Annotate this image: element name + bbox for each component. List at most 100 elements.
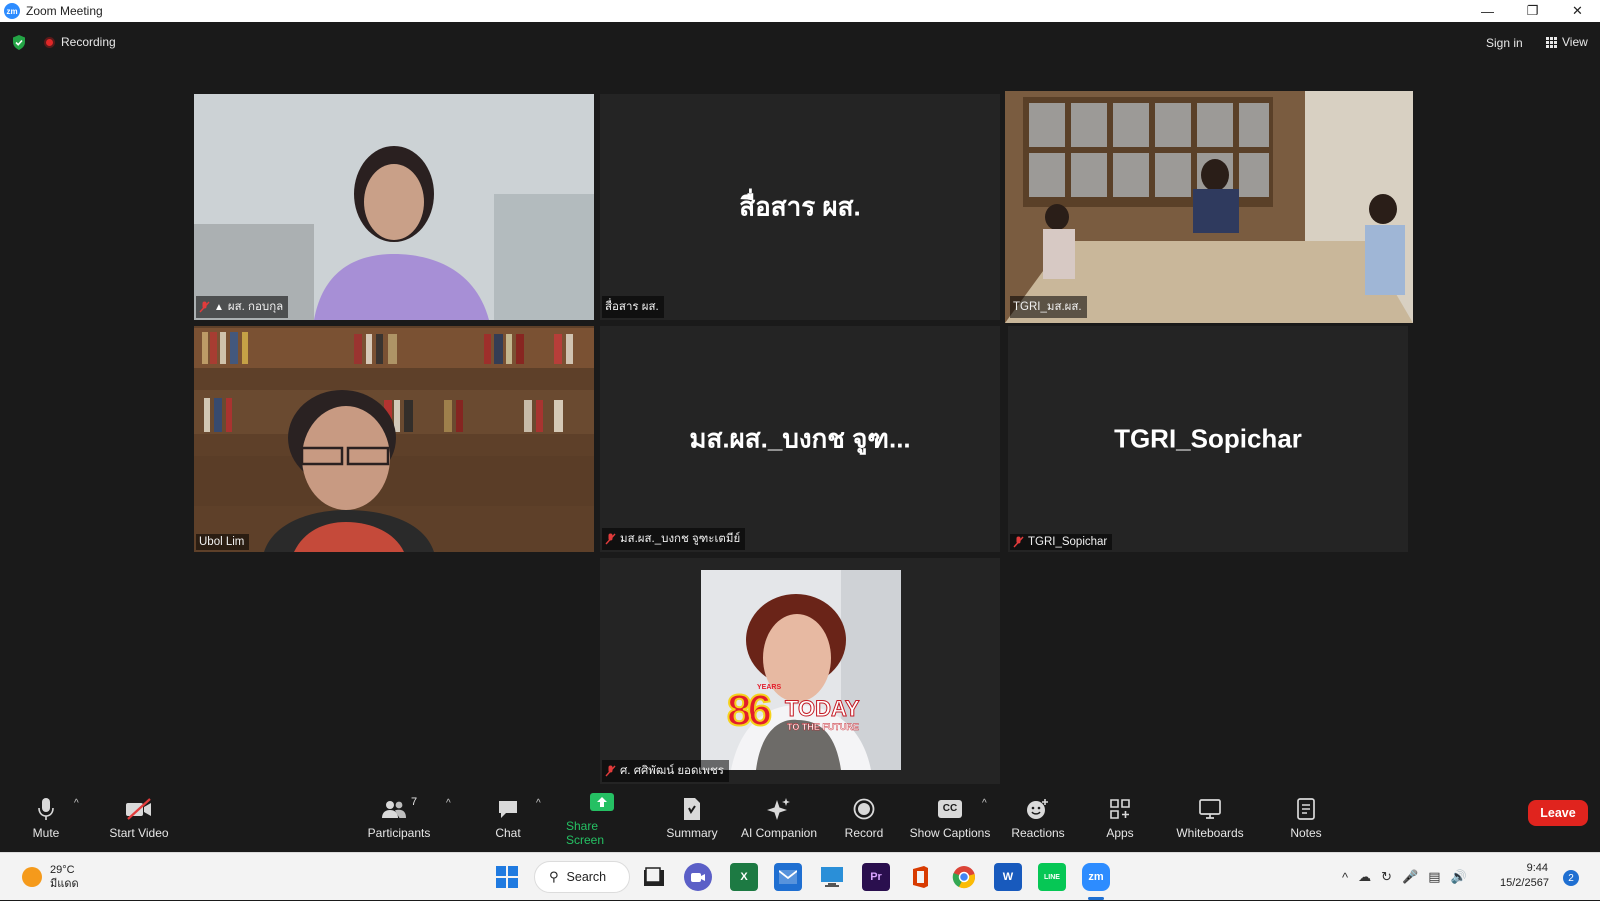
audio-options-caret[interactable]: ^ xyxy=(74,798,79,809)
summary-button[interactable]: Summary xyxy=(660,784,724,852)
participant-video xyxy=(1005,91,1413,323)
participants-options-caret[interactable]: ^ xyxy=(446,798,451,809)
taskbar-search[interactable]: ⚲ Search xyxy=(534,861,630,893)
line-icon[interactable]: LINE xyxy=(1038,863,1066,891)
captions-options-caret[interactable]: ^ xyxy=(982,798,987,809)
volume-icon[interactable]: 🔊 xyxy=(1451,869,1467,885)
record-button[interactable]: Record xyxy=(840,784,888,852)
record-icon xyxy=(853,796,875,822)
premiere-icon[interactable]: Pr xyxy=(862,863,890,891)
participant-video xyxy=(194,326,594,552)
cloud-sync-icon[interactable]: ☁ xyxy=(1358,869,1371,885)
mic-muted-icon xyxy=(605,765,616,777)
windows-taskbar: 29°C มีแดด ⚲ Search X Pr W LINE zm ^ ☁ ↻… xyxy=(0,852,1600,900)
recording-indicator[interactable]: Recording xyxy=(44,35,116,49)
start-video-button[interactable]: Start Video xyxy=(104,784,174,852)
participant-name-label: Ubol Lim xyxy=(196,534,250,550)
encryption-shield-icon[interactable] xyxy=(12,35,26,50)
participants-button[interactable]: 7 Participants xyxy=(364,784,434,852)
zoom-logo-icon: zm xyxy=(4,3,20,19)
closed-captions-icon: CC xyxy=(938,796,962,822)
mic-muted-icon xyxy=(605,533,616,545)
excel-icon[interactable]: X xyxy=(730,863,758,891)
participant-tile[interactable]: TGRI_Sopichar TGRI_Sopichar xyxy=(1008,326,1408,552)
close-window-button[interactable]: ✕ xyxy=(1555,0,1600,22)
start-icon[interactable] xyxy=(493,863,521,891)
participant-name-label: มส.ผส._บงกช จูฑะเตมีย์ xyxy=(602,528,746,550)
window-title: Zoom Meeting xyxy=(26,4,103,18)
sun-icon xyxy=(22,867,42,887)
participant-display-name: TGRI_Sopichar xyxy=(1114,423,1302,454)
notes-icon xyxy=(1297,796,1315,822)
participant-video: 86 YEARS TODAY TO THE FUTURE xyxy=(701,570,901,770)
weather-temperature: 29°C xyxy=(50,864,75,876)
share-screen-icon xyxy=(590,789,614,815)
chat-button[interactable]: Chat xyxy=(488,784,528,852)
show-hidden-icons-chevron-icon[interactable]: ^ xyxy=(1342,870,1348,885)
ai-companion-button[interactable]: AI Companion xyxy=(736,784,822,852)
participant-tile[interactable]: สื่อสาร ผส. สื่อสาร ผส. xyxy=(600,94,1000,320)
chat-options-caret[interactable]: ^ xyxy=(536,798,541,809)
sign-in-button[interactable]: Sign in xyxy=(1486,36,1523,50)
participant-display-name: สื่อสาร ผส. xyxy=(739,191,861,222)
microphone-tray-icon[interactable]: 🎤 xyxy=(1402,869,1418,885)
weather-widget[interactable]: 29°C มีแดด xyxy=(22,863,79,891)
minimize-button[interactable]: — xyxy=(1465,0,1510,22)
participant-tile[interactable]: 86 YEARS TODAY TO THE FUTURE ศ. ศศิพัฒน์… xyxy=(600,558,1000,784)
window-title-bar: zm Zoom Meeting — ❐ ✕ xyxy=(0,0,1600,22)
show-captions-button[interactable]: CC Show Captions xyxy=(908,784,992,852)
participant-name-label: สื่อสาร ผส. xyxy=(602,296,664,318)
participant-name-label: TGRI_มส.ผส. xyxy=(1010,296,1087,318)
participant-video xyxy=(194,94,594,320)
chrome-icon[interactable] xyxy=(950,863,978,891)
mic-muted-icon xyxy=(199,301,210,313)
view-button[interactable]: View xyxy=(1546,35,1588,49)
ai-sparkle-icon xyxy=(766,796,792,822)
mail-icon[interactable] xyxy=(774,863,802,891)
participant-name-label: ศ. ศศิพัฒน์ ยอดเพชร xyxy=(602,760,729,782)
participant-tile-active-speaker[interactable]: TGRI_มส.ผส. xyxy=(1005,91,1413,323)
summary-document-icon xyxy=(682,796,702,822)
view-label: View xyxy=(1562,35,1588,49)
grid-view-icon xyxy=(1546,36,1557,48)
teams-icon[interactable] xyxy=(684,863,712,891)
word-icon[interactable]: W xyxy=(994,863,1022,891)
sync-icon[interactable]: ↻ xyxy=(1381,869,1392,885)
mute-button[interactable]: Mute xyxy=(26,784,66,852)
recording-dot-icon xyxy=(44,36,55,48)
notification-badge[interactable]: 2 xyxy=(1563,870,1579,886)
network-icon[interactable]: ▤ xyxy=(1428,869,1440,885)
restore-button[interactable]: ❐ xyxy=(1510,0,1555,22)
microphone-icon xyxy=(37,796,55,822)
apps-button[interactable]: Apps xyxy=(1100,784,1140,852)
participants-icon: 7 xyxy=(381,796,417,822)
zoom-taskbar-icon[interactable]: zm xyxy=(1082,863,1110,891)
weather-description: มีแดด xyxy=(50,878,79,890)
search-icon: ⚲ xyxy=(549,869,559,884)
participant-tile[interactable]: ▲ ผส. กอบกุล xyxy=(194,94,594,320)
clock-date: 15/2/2567 xyxy=(1500,877,1549,889)
mic-muted-icon xyxy=(1013,536,1024,548)
notes-button[interactable]: Notes xyxy=(1286,784,1326,852)
share-screen-button[interactable]: Share Screen xyxy=(566,784,638,852)
whiteboards-button[interactable]: Whiteboards xyxy=(1170,784,1250,852)
meeting-controls-toolbar: Mute ^ Start Video 7 Participants ^ Chat… xyxy=(0,784,1600,852)
participants-count: 7 xyxy=(410,796,418,808)
participant-display-name: มส.ผส._บงกช จูฑ... xyxy=(689,423,911,454)
remote-desktop-icon[interactable] xyxy=(818,863,846,891)
file-explorer-icon[interactable] xyxy=(640,863,668,891)
clock-time: 9:44 xyxy=(1526,862,1548,874)
office-icon[interactable] xyxy=(906,863,934,891)
meeting-top-bar: Recording Sign in View xyxy=(0,22,1600,62)
recording-label: Recording xyxy=(61,35,116,49)
participant-tile[interactable]: มส.ผส._บงกช จูฑ... มส.ผส._บงกช จูฑะเตมีย… xyxy=(600,326,1000,552)
leave-meeting-button[interactable]: Leave xyxy=(1528,800,1588,826)
video-off-icon xyxy=(125,796,153,822)
reactions-button[interactable]: Reactions xyxy=(1006,784,1070,852)
taskbar-clock[interactable]: 9:44 15/2/2567 xyxy=(1500,861,1549,891)
participant-name-label: TGRI_Sopichar xyxy=(1010,534,1113,550)
search-label: Search xyxy=(566,870,607,884)
whiteboard-icon xyxy=(1199,796,1221,822)
system-tray: ^ ☁ ↻ 🎤 ▤ 🔊 xyxy=(1342,853,1467,901)
participant-tile[interactable]: Ubol Lim xyxy=(194,326,594,552)
